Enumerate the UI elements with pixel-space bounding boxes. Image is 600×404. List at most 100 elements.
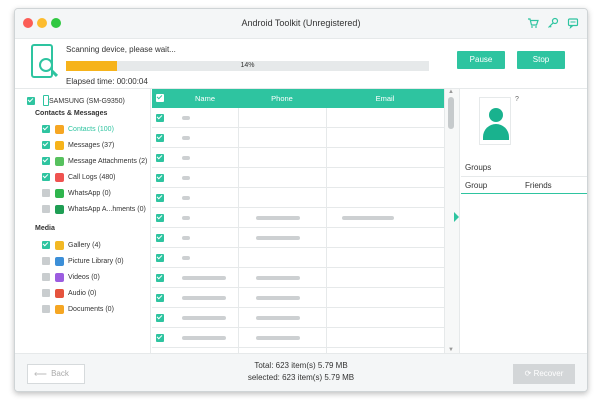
sidebar-item-checkbox[interactable] [42, 141, 50, 149]
redacted-name-cell [182, 216, 190, 220]
table-row[interactable] [152, 188, 444, 208]
sidebar-item-checkbox[interactable] [42, 189, 50, 197]
row-checkbox[interactable] [156, 114, 164, 122]
row-checkbox[interactable] [156, 334, 164, 342]
table-row[interactable] [152, 288, 444, 308]
table-row[interactable] [152, 228, 444, 248]
footer-bar: ⟵ Back Total: 623 item(s) 5.79 MB select… [15, 353, 587, 391]
device-checkbox[interactable] [27, 97, 35, 105]
redacted-name-cell [182, 136, 190, 140]
total-count: Total: 623 item(s) 5.79 MB [254, 361, 348, 370]
scroll-thumb[interactable] [448, 97, 454, 129]
sidebar-item[interactable]: Videos (0) [42, 271, 100, 283]
sidebar-item[interactable]: Documents (0) [42, 303, 114, 315]
contact-detail-panel: ? Groups Group Friends [461, 89, 587, 353]
group-column-header: Group [465, 181, 488, 190]
sidebar-item[interactable]: Message Attachments (2) [42, 155, 147, 167]
whatsapp-icon [55, 188, 64, 198]
sidebar-item-checkbox[interactable] [42, 273, 50, 281]
row-checkbox[interactable] [156, 314, 164, 322]
sidebar-item[interactable]: WhatsApp (0) [42, 187, 111, 199]
row-checkbox[interactable] [156, 254, 164, 262]
redacted-name-cell [182, 336, 226, 340]
table-row[interactable] [152, 328, 444, 348]
sidebar-item-checkbox[interactable] [42, 173, 50, 181]
sidebar-item-label: Audio (0) [68, 289, 97, 297]
sidebar-section-title: Media [35, 225, 55, 232]
sidebar-item-label: Picture Library (0) [68, 257, 124, 265]
sidebar-item[interactable]: Messages (37) [42, 139, 114, 151]
sidebar-item[interactable]: Contacts (100) [42, 123, 114, 135]
redacted-phone-cell [256, 236, 300, 240]
avatar-head-icon [489, 108, 503, 122]
sidebar-item-checkbox[interactable] [42, 257, 50, 265]
category-sidebar: SAMSUNG (SM-G9350) Contacts & Messages Co… [15, 89, 151, 353]
scroll-up-icon[interactable]: ▲ [448, 89, 454, 95]
redacted-phone-cell [256, 316, 300, 320]
scan-progress-bar: 14% [66, 61, 429, 71]
row-checkbox[interactable] [156, 234, 164, 242]
sidebar-item-checkbox[interactable] [42, 157, 50, 165]
table-row[interactable] [152, 128, 444, 148]
cart-icon[interactable] [527, 17, 539, 29]
elapsed-time: Elapsed time: 00:00:04 [66, 77, 148, 86]
pause-button[interactable]: Pause [457, 51, 505, 69]
expand-detail-icon[interactable] [454, 212, 459, 222]
sidebar-item[interactable]: Gallery (4) [42, 239, 101, 251]
table-row[interactable] [152, 208, 444, 228]
window-title: Android Toolkit (Unregistered) [241, 18, 361, 28]
groups-underline [461, 193, 587, 194]
key-icon[interactable] [547, 17, 559, 29]
sidebar-item[interactable]: Call Logs (480) [42, 171, 115, 183]
column-header-name[interactable]: Name [172, 94, 238, 103]
scan-progress-percent: 14% [240, 62, 255, 69]
contacts-table: Name Phone Email [152, 89, 444, 353]
groups-divider [461, 176, 587, 177]
redacted-phone-cell [256, 336, 300, 340]
sidebar-item[interactable]: WhatsApp A...hments (0) [42, 203, 146, 215]
table-row[interactable] [152, 148, 444, 168]
sidebar-item-label: Messages (37) [68, 141, 115, 149]
recover-button[interactable]: ⟳ Recover [513, 364, 575, 384]
redacted-name-cell [182, 116, 190, 120]
messages-icon [55, 140, 64, 150]
row-checkbox[interactable] [156, 274, 164, 282]
avatar-mark: ? [515, 96, 519, 103]
sidebar-section-title: Contacts & Messages [35, 110, 108, 117]
table-row[interactable] [152, 268, 444, 288]
audio-icon [55, 288, 64, 298]
sidebar-item-checkbox[interactable] [42, 289, 50, 297]
table-row[interactable] [152, 248, 444, 268]
attachment-icon [55, 156, 64, 166]
device-row[interactable]: SAMSUNG (SM-G9350) [27, 95, 125, 107]
avatar-body-icon [483, 124, 509, 140]
sidebar-item-checkbox[interactable] [42, 241, 50, 249]
stop-button[interactable]: Stop [517, 51, 565, 69]
table-row[interactable] [152, 108, 444, 128]
column-header-phone[interactable]: Phone [238, 94, 326, 103]
sidebar-item[interactable]: Audio (0) [42, 287, 96, 299]
row-checkbox[interactable] [156, 194, 164, 202]
selected-count: selected: 623 item(s) 5.79 MB [247, 373, 355, 382]
table-row[interactable] [152, 308, 444, 328]
redacted-name-cell [182, 196, 190, 200]
sidebar-item-checkbox[interactable] [42, 125, 50, 133]
sidebar-item-checkbox[interactable] [42, 205, 50, 213]
row-checkbox[interactable] [156, 214, 164, 222]
redacted-email-cell [342, 216, 394, 220]
sidebar-item-label: Gallery (4) [68, 241, 101, 249]
select-all-checkbox[interactable] [156, 94, 164, 102]
sidebar-item-checkbox[interactable] [42, 305, 50, 313]
row-checkbox[interactable] [156, 174, 164, 182]
table-row[interactable] [152, 168, 444, 188]
sidebar-item-label: Videos (0) [68, 273, 100, 281]
column-header-email[interactable]: Email [326, 94, 444, 103]
redacted-name-cell [182, 276, 226, 280]
sidebar-item[interactable]: Picture Library (0) [42, 255, 124, 267]
recover-label: Recover [533, 369, 564, 378]
row-checkbox[interactable] [156, 294, 164, 302]
row-checkbox[interactable] [156, 134, 164, 142]
video-icon [55, 272, 64, 282]
chat-icon[interactable] [567, 17, 579, 29]
row-checkbox[interactable] [156, 154, 164, 162]
